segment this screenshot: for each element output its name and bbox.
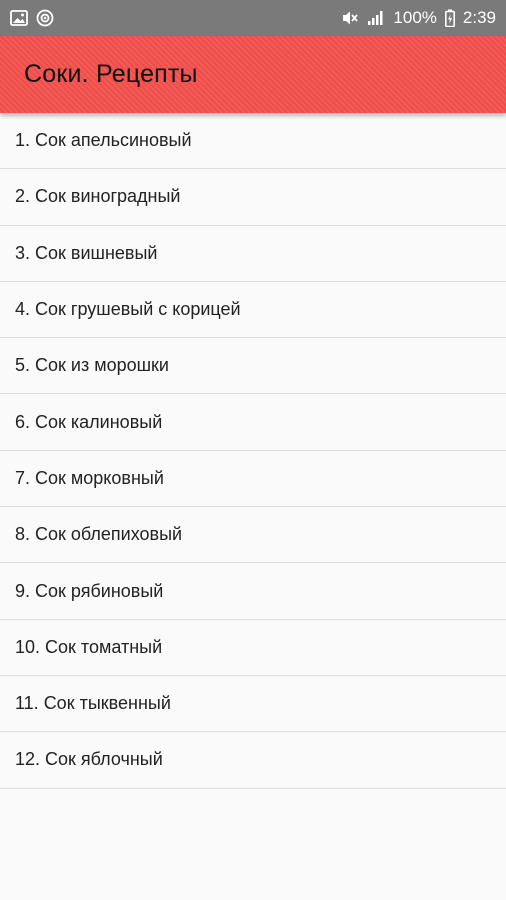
recipe-label: 7. Сок морковный [15, 467, 164, 488]
recipe-label: 8. Сок облепиховый [15, 524, 183, 545]
list-item-recipe-9[interactable]: 9. Сок рябиновый [0, 563, 506, 620]
list-item-recipe-12[interactable]: 12. Сок яблочный [0, 732, 506, 789]
status-bar-left [10, 9, 54, 27]
status-bar-right: 100% 2:39 [341, 8, 496, 28]
list-item-recipe-11[interactable]: 11. Сок тыквенный [0, 676, 506, 733]
list-item-recipe-1[interactable]: 1. Сок апельсиновый [0, 113, 506, 170]
list-item-recipe-3[interactable]: 3. Сок вишневый [0, 226, 506, 282]
list-item-recipe-6[interactable]: 6. Сок калиновый [0, 394, 506, 451]
recipe-label: 1. Сок апельсиновый [15, 130, 192, 151]
battery-icon [444, 9, 455, 27]
status-bar: 100% 2:39 [0, 0, 506, 36]
list-item-recipe-8[interactable]: 8. Сок облепиховый [0, 507, 506, 564]
recipe-label: 5. Сок из морошки [15, 355, 169, 376]
page-title: Соки. Рецепты [24, 60, 198, 88]
list-item-recipe-7[interactable]: 7. Сок морковный [0, 451, 506, 508]
recipe-label: 10. Сок томатный [15, 636, 163, 657]
list-item-recipe-2[interactable]: 2. Сок виноградный [0, 169, 506, 226]
status-time: 2:39 [462, 8, 496, 27]
app-bar: Соки. Рецепты [0, 36, 506, 113]
recipe-label: 12. Сок яблочный [15, 749, 163, 770]
list-item-recipe-4[interactable]: 4. Сок грушевый с корицей [0, 282, 506, 339]
app-screen: 100% 2:39 Соки. Рецепты 1. Сок апельсино… [0, 0, 506, 900]
recipe-label: 11. Сок тыквенный [15, 693, 171, 714]
recipe-label: 6. Сок калиновый [15, 411, 163, 432]
list-item-recipe-10[interactable]: 10. Сок томатный [0, 620, 506, 676]
list-item-recipe-5[interactable]: 5. Сок из морошки [0, 338, 506, 395]
recipe-label: 4. Сок грушевый с корицей [15, 299, 241, 320]
target-icon [36, 9, 54, 27]
recipe-label: 3. Сок вишневый [15, 242, 158, 263]
mute-vibrate-icon [341, 9, 359, 27]
recipe-list: 1. Сок апельсиновый 2. Сок виноградный 3… [0, 113, 506, 789]
signal-icon [367, 10, 385, 26]
battery-percent: 100% [393, 8, 437, 27]
recipe-label: 9. Сок рябиновый [15, 580, 164, 601]
recipe-label: 2. Сок виноградный [15, 186, 181, 207]
image-icon [10, 10, 28, 26]
